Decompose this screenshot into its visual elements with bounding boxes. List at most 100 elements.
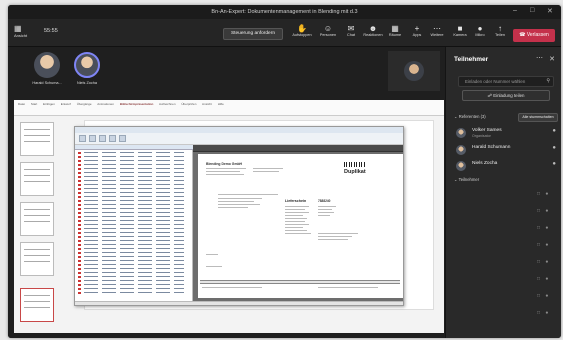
rooms-button[interactable]: ▦ Räume [384,24,406,37]
list-item[interactable] [75,219,193,222]
list-item[interactable] [75,207,193,210]
tool-button[interactable] [89,135,96,142]
participant-tile[interactable]: Harald Schuma... [30,52,64,94]
list-item[interactable] [75,223,193,226]
list-item[interactable] [75,283,193,286]
ribbon-tab[interactable]: Aufzeichnen [159,102,176,106]
list-item[interactable] [75,287,193,290]
tool-button[interactable] [79,135,86,142]
list-item[interactable] [75,211,193,214]
list-item[interactable] [75,199,193,202]
list-item[interactable] [75,195,193,198]
share-invite-button[interactable]: ☍ Einladung teilen [462,90,550,101]
apps-icon: + [414,24,420,33]
ribbon-tab[interactable]: Entwurf [61,102,71,106]
list-item[interactable] [75,175,193,178]
mute-all-button[interactable]: Alle stummschalten [518,113,558,122]
more-button[interactable]: ⋯ Weitere [426,24,448,37]
participant-item[interactable]: Niels Zocha ● [456,160,556,174]
list-item[interactable] [75,155,193,158]
attendee-status-icon: □ ● [537,208,551,214]
window-title: Bn-An-Expert: Dokumentenmanagement in Bl… [211,9,358,15]
list-item[interactable] [75,171,193,174]
view-button[interactable]: ▦ Ansicht [14,24,27,38]
list-item[interactable] [75,243,193,246]
close-window-button[interactable]: ✕ [547,7,553,15]
slide-thumbnail[interactable] [20,242,54,276]
invite-input[interactable]: Einladen oder Nummer wählen ⚲ [458,76,554,87]
list-item[interactable] [75,151,193,154]
company-name: Blending Demo GmbH [206,162,242,166]
grid-icon: ▦ [14,24,22,33]
list-item[interactable] [75,159,193,162]
minimize-button[interactable]: – [513,7,517,14]
list-item[interactable] [75,247,193,250]
maximize-button[interactable]: □ [530,7,534,14]
phone-icon: ☎ [519,32,527,38]
list-item[interactable] [75,271,193,274]
list-item[interactable] [75,279,193,282]
list-item[interactable] [75,179,193,182]
list-item[interactable] [75,235,193,238]
apps-button[interactable]: + Apps [406,24,428,37]
close-icon[interactable]: ✕ [549,55,555,63]
list-item[interactable] [75,187,193,190]
ribbon-tab[interactable]: Überprüfen [181,102,196,106]
list-item[interactable] [75,267,193,270]
list-item[interactable] [75,259,193,262]
list-item[interactable] [75,263,193,266]
presenters-section-header[interactable]: ⌄ Referenten (3) [454,114,486,119]
participant-name: Niels Zocha [76,81,98,85]
slide-thumbnail-selected[interactable] [20,288,54,322]
document-preview: Blending Demo GmbH Duplikat Lieferschein… [193,145,403,301]
list-item[interactable] [75,255,193,258]
ribbon-tab[interactable]: Animationen [97,102,114,106]
mic-button[interactable]: ● Mikro [469,24,491,37]
list-item[interactable] [75,291,193,294]
list-item[interactable] [75,227,193,230]
self-video-tile[interactable] [388,51,440,91]
request-control-button[interactable]: Steuerung anfordern [223,28,283,40]
participant-item[interactable]: Volker Sames Organisator ● [456,127,556,141]
participant-name: Harald Schumann [472,145,511,150]
slide-thumbnail[interactable] [20,162,54,196]
ribbon-tab[interactable]: Einfügen [43,102,55,106]
slide-thumbnail[interactable] [20,122,54,156]
list-item[interactable] [75,167,193,170]
list-item[interactable] [75,183,193,186]
participant-tile[interactable]: Niels Zocha [70,52,104,94]
list-item[interactable] [75,203,193,206]
participant-item[interactable]: Harald Schumann ● [456,144,556,158]
raise-hand-button[interactable]: ✋ Aufstoppen [291,24,313,37]
ribbon-tab[interactable]: Start [31,102,37,106]
list-item[interactable] [75,275,193,278]
attendee-status-icon: □ ● [537,225,551,231]
tool-button[interactable] [99,135,106,142]
tool-button[interactable] [109,135,116,142]
leave-button[interactable]: ☎ Verlassen [513,29,555,42]
avatar [34,52,60,78]
more-options-icon[interactable]: ⋯ [536,54,543,62]
list-item[interactable] [75,239,193,242]
slide-thumbnail[interactable] [20,202,54,236]
list-item[interactable] [75,215,193,218]
share-button[interactable]: ↑ Teilen [489,24,511,37]
chat-button[interactable]: ✉ Chat [340,24,362,37]
ribbon-tab[interactable]: Ansicht [202,102,212,106]
attendee-status-icon: □ ● [537,293,551,299]
attendees-section-header[interactable]: ⌄ Teilnehmer [454,177,479,182]
avatar [404,61,424,81]
ribbon-tab[interactable]: Hilfe [218,102,224,106]
people-button[interactable]: ☺ Personen [317,24,339,37]
camera-button[interactable]: ■ Kamera [449,24,471,37]
reactions-button[interactable]: ☻ Reaktionen [362,24,384,37]
ribbon-tab[interactable]: Datei [18,102,25,106]
list-item[interactable] [75,231,193,234]
list-item[interactable] [75,191,193,194]
ribbon-tab[interactable]: Übergänge [77,102,92,106]
tool-button[interactable] [119,135,126,142]
ribbon-tab-active[interactable]: Bildschirmpräsentation [120,102,154,106]
list-item[interactable] [75,251,193,254]
invite-placeholder: Einladen oder Nummer wählen [465,79,526,84]
list-item[interactable] [75,163,193,166]
